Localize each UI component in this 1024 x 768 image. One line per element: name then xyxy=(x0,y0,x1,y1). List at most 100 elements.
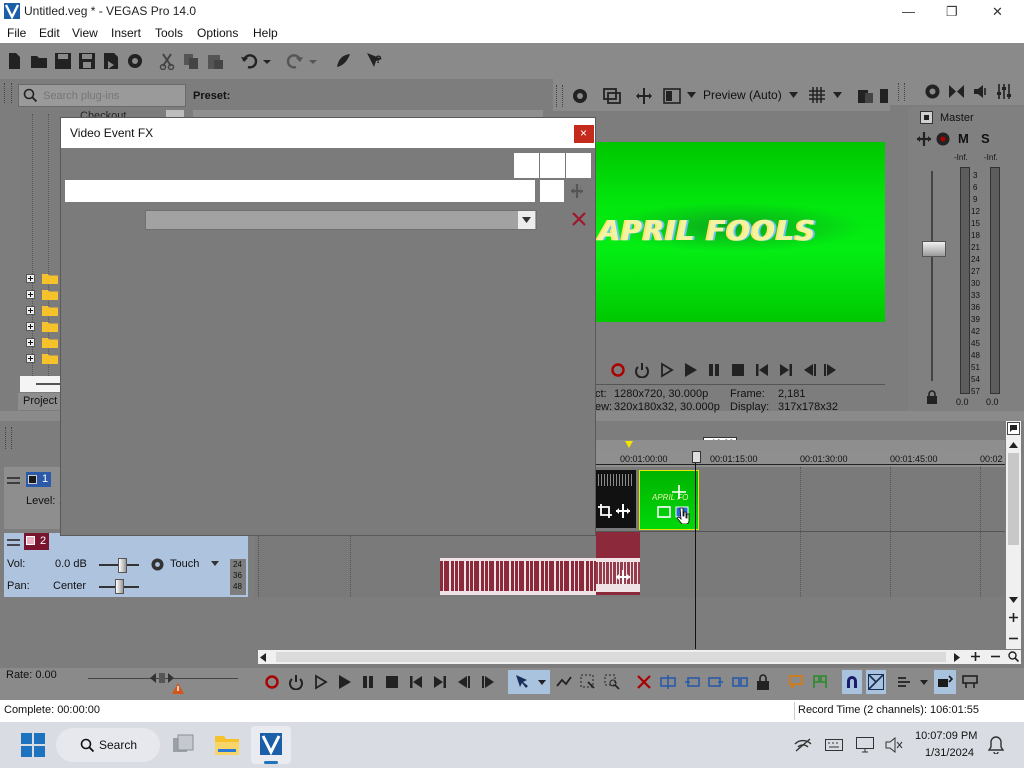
panel-grip[interactable] xyxy=(4,83,12,103)
video-clip-april-fools[interactable]: APRIL FO xyxy=(639,470,699,530)
properties-gear-icon[interactable] xyxy=(126,52,144,70)
zoom-edit-tool-icon[interactable] xyxy=(604,674,620,690)
expand-plus-icon[interactable] xyxy=(26,322,35,331)
menu-tools[interactable]: Tools xyxy=(155,26,183,40)
collapse-track-icon[interactable] xyxy=(7,477,20,485)
add-plugin-chain-icon[interactable] xyxy=(569,182,587,200)
undo-icon[interactable] xyxy=(240,52,258,70)
event-fx-icon[interactable] xyxy=(616,570,630,584)
playhead-cursor[interactable] xyxy=(695,454,696,649)
undo-dropdown-icon[interactable] xyxy=(262,52,272,70)
play-icon[interactable] xyxy=(682,362,698,378)
panel-grip[interactable] xyxy=(898,83,905,101)
play-from-start-icon[interactable] xyxy=(312,674,328,690)
timeline-horizontal-scrollbar[interactable] xyxy=(258,650,1021,664)
mixer-properties-gear-icon[interactable] xyxy=(924,83,941,100)
fx-chain-bar[interactable] xyxy=(65,180,535,202)
loop-region-bar[interactable] xyxy=(595,440,1005,451)
track-list-grip[interactable] xyxy=(5,427,12,449)
lock-icon[interactable] xyxy=(926,390,938,404)
dropdown-arrow-icon[interactable] xyxy=(211,561,219,567)
save-icon[interactable] xyxy=(54,52,72,70)
pan-slider-handle[interactable] xyxy=(115,579,124,594)
pause-icon[interactable] xyxy=(360,674,376,690)
taskbar-time[interactable]: 10:07:09 PM xyxy=(915,730,977,742)
taskbar-date[interactable]: 1/31/2024 xyxy=(925,747,974,759)
stop-icon[interactable] xyxy=(384,674,400,690)
mixer-insert-icon[interactable] xyxy=(996,83,1013,100)
open-folder-icon[interactable] xyxy=(30,52,48,70)
split-screen-icon[interactable] xyxy=(635,87,653,105)
expand-plus-icon[interactable] xyxy=(26,290,35,299)
envelope-edit-tool-icon[interactable] xyxy=(556,674,572,690)
loop-playback-icon[interactable] xyxy=(634,362,650,378)
zoom-out-vertical-icon[interactable] xyxy=(1008,633,1019,644)
vol-slider-handle[interactable] xyxy=(118,558,127,573)
normal-edit-tool-button[interactable] xyxy=(508,670,550,694)
master-mute-button[interactable]: M xyxy=(958,131,969,146)
dialog-title-bar[interactable]: Video Event FX × xyxy=(61,118,595,148)
preset-dropdown-button[interactable] xyxy=(518,211,535,229)
event-fx-icon[interactable] xyxy=(616,504,630,518)
previous-frame-icon[interactable] xyxy=(456,674,472,690)
menu-view[interactable]: View xyxy=(72,26,98,40)
copy-icon[interactable] xyxy=(182,52,200,70)
audio-clip-waveform[interactable] xyxy=(440,558,596,595)
pause-icon[interactable] xyxy=(706,362,722,378)
taskbar-search-button[interactable]: Search xyxy=(56,728,160,762)
help-whats-this-icon[interactable]: ? xyxy=(366,52,384,70)
go-to-start-icon[interactable] xyxy=(754,362,770,378)
ignore-event-grouping-icon[interactable] xyxy=(962,674,978,690)
play-icon[interactable] xyxy=(336,674,352,690)
scroll-right-arrow-icon[interactable] xyxy=(954,653,961,662)
dropdown-arrow-icon[interactable] xyxy=(687,91,696,99)
lock-envelopes-button[interactable] xyxy=(934,670,956,694)
master-fader-handle[interactable] xyxy=(922,241,946,257)
plugin-search-box[interactable] xyxy=(18,84,186,107)
paste-icon[interactable] xyxy=(206,52,224,70)
dropdown-arrow-icon[interactable] xyxy=(538,680,546,686)
zoom-in-vertical-icon[interactable] xyxy=(1008,612,1019,623)
split-icon[interactable] xyxy=(732,674,748,690)
track-1-header[interactable]: 1 Level: 1 xyxy=(4,467,65,529)
expand-plus-icon[interactable] xyxy=(26,306,35,315)
minimize-button[interactable]: — xyxy=(902,4,915,19)
go-to-end-icon[interactable] xyxy=(778,362,794,378)
dropdown-arrow-icon[interactable] xyxy=(920,680,928,686)
next-frame-icon[interactable] xyxy=(822,362,838,378)
auto-ripple-icon[interactable] xyxy=(896,674,912,690)
fx-chain-slot-3[interactable] xyxy=(566,153,591,178)
expand-plus-icon[interactable] xyxy=(26,354,35,363)
fx-chain-slot-2[interactable] xyxy=(540,153,565,178)
volume-muted-icon[interactable] xyxy=(885,737,903,753)
plugin-search-input[interactable] xyxy=(41,87,183,104)
preview-quality-dropdown[interactable]: Preview (Auto) xyxy=(703,88,782,102)
zoom-out-horizontal-icon[interactable] xyxy=(990,651,1001,662)
auto-crossfade-button[interactable] xyxy=(866,670,886,694)
selection-edit-tool-icon[interactable] xyxy=(580,674,596,690)
remove-plugin-icon[interactable] xyxy=(570,210,588,228)
snapping-button[interactable] xyxy=(842,670,862,694)
automation-gear-icon[interactable] xyxy=(150,557,165,572)
maximize-button[interactable]: ❐ xyxy=(946,4,958,20)
cut-icon[interactable] xyxy=(158,52,176,70)
dropdown-arrow-icon[interactable] xyxy=(833,91,842,99)
stop-icon[interactable] xyxy=(730,362,746,378)
timeline-vertical-scrollbar[interactable] xyxy=(1006,421,1021,649)
track-2-header[interactable]: 2 Vol: 0.0 dB Touch Pan: Center 24 36 48 xyxy=(4,533,248,597)
task-view-icon[interactable] xyxy=(172,734,194,756)
fx-chain-slot-1[interactable] xyxy=(514,153,539,178)
previous-frame-icon[interactable] xyxy=(802,362,818,378)
lock-event-icon[interactable] xyxy=(756,674,770,690)
windows-start-icon[interactable] xyxy=(21,733,45,757)
menu-help[interactable]: Help xyxy=(253,26,278,40)
trim-end-icon[interactable] xyxy=(708,674,724,690)
play-from-start-icon[interactable] xyxy=(658,362,674,378)
save-as-icon[interactable] xyxy=(78,52,96,70)
dropdown-arrow-icon[interactable] xyxy=(789,91,798,99)
track-list-menu-icon[interactable] xyxy=(1007,422,1020,435)
menu-edit[interactable]: Edit xyxy=(39,26,60,40)
video-fx-bypass-icon[interactable] xyxy=(663,87,681,105)
overlays-grid-icon[interactable] xyxy=(809,87,825,103)
preview-properties-gear-icon[interactable] xyxy=(571,87,589,105)
